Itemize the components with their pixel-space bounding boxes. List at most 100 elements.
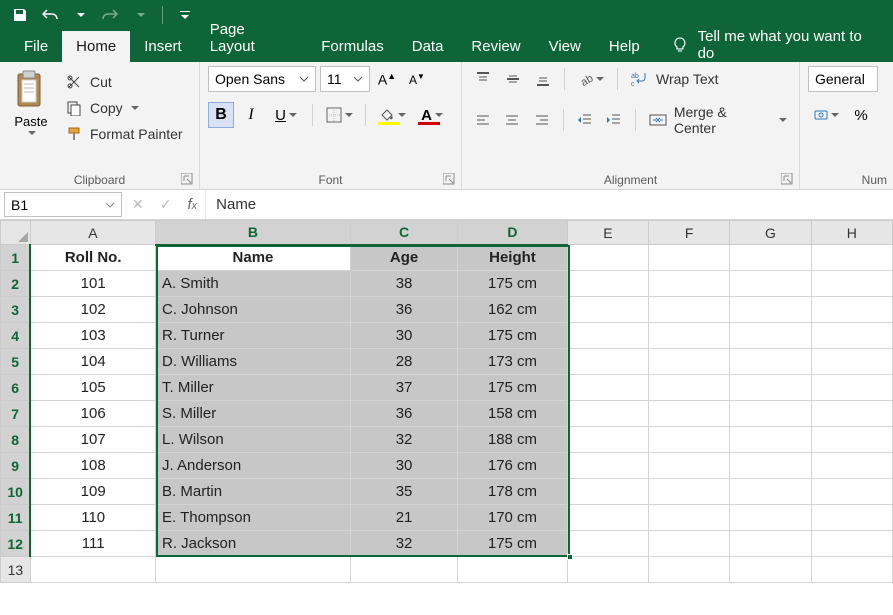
cell[interactable] (567, 323, 648, 349)
cell[interactable] (730, 427, 811, 453)
align-left-button[interactable] (470, 107, 496, 133)
cell[interactable]: Age (350, 245, 457, 271)
cell[interactable]: 106 (30, 401, 155, 427)
italic-button[interactable]: I (238, 102, 264, 128)
cell[interactable] (811, 323, 892, 349)
name-box[interactable]: B1 (4, 192, 122, 217)
cell[interactable] (649, 453, 730, 479)
paste-button[interactable]: Paste (8, 66, 54, 146)
merge-center-button[interactable]: Merge & Center (644, 102, 791, 138)
cell[interactable]: 28 (350, 349, 457, 375)
fill-handle[interactable] (567, 554, 573, 560)
cell[interactable] (567, 271, 648, 297)
cell[interactable] (730, 323, 811, 349)
formula-input[interactable]: Name (205, 190, 893, 219)
cell[interactable]: 102 (30, 297, 155, 323)
row-header[interactable]: 11 (1, 505, 31, 531)
cell[interactable] (649, 531, 730, 557)
cell[interactable] (458, 557, 567, 583)
cell[interactable]: Height (458, 245, 567, 271)
cell[interactable] (649, 479, 730, 505)
row-header[interactable]: 4 (1, 323, 31, 349)
tab-review[interactable]: Review (457, 31, 534, 62)
fill-color-button[interactable] (374, 102, 410, 128)
cell[interactable] (730, 375, 811, 401)
cell[interactable] (730, 557, 811, 583)
cell[interactable]: 101 (30, 271, 155, 297)
cell[interactable] (567, 349, 648, 375)
tab-help[interactable]: Help (595, 31, 654, 62)
cell[interactable]: B. Martin (156, 479, 351, 505)
cell[interactable]: 35 (350, 479, 457, 505)
cell[interactable] (567, 557, 648, 583)
cell[interactable] (730, 349, 811, 375)
percent-button[interactable]: % (848, 102, 874, 128)
cell[interactable] (730, 245, 811, 271)
cell[interactable] (567, 297, 648, 323)
cell[interactable]: 110 (30, 505, 155, 531)
cell[interactable] (811, 297, 892, 323)
cell[interactable] (649, 297, 730, 323)
cell[interactable] (730, 297, 811, 323)
cell[interactable]: R. Jackson (156, 531, 351, 557)
tab-page-layout[interactable]: Page Layout (196, 14, 308, 62)
cell[interactable]: 175 cm (458, 375, 567, 401)
tab-formulas[interactable]: Formulas (307, 31, 398, 62)
row-header[interactable]: 8 (1, 427, 31, 453)
spreadsheet-grid[interactable]: A B C D E F G H 1 Roll No. Name Age Heig… (0, 220, 893, 583)
cell[interactable]: A. Smith (156, 271, 351, 297)
cell[interactable]: C. Johnson (156, 297, 351, 323)
cell[interactable]: 175 cm (458, 323, 567, 349)
undo-dropdown[interactable] (68, 3, 92, 27)
cell[interactable]: 36 (350, 297, 457, 323)
decrease-font-button[interactable]: A▼ (404, 66, 430, 92)
cell[interactable] (567, 505, 648, 531)
cell[interactable] (811, 557, 892, 583)
cell[interactable] (649, 375, 730, 401)
orientation-button[interactable]: ab (573, 66, 609, 92)
cell[interactable] (730, 505, 811, 531)
tab-insert[interactable]: Insert (130, 31, 196, 62)
increase-font-button[interactable]: A▲ (374, 66, 400, 92)
cell[interactable] (730, 401, 811, 427)
cut-button[interactable]: Cut (60, 70, 187, 94)
cell[interactable] (649, 323, 730, 349)
cell[interactable] (649, 245, 730, 271)
tab-view[interactable]: View (535, 31, 595, 62)
cell[interactable]: 108 (30, 453, 155, 479)
cell[interactable] (811, 505, 892, 531)
cell[interactable] (567, 531, 648, 557)
font-size-select[interactable]: 11 (320, 66, 370, 92)
cell[interactable]: E. Thompson (156, 505, 351, 531)
cell[interactable]: R. Turner (156, 323, 351, 349)
cell[interactable]: 21 (350, 505, 457, 531)
cell[interactable]: 175 cm (458, 271, 567, 297)
cell[interactable] (811, 245, 892, 271)
cell[interactable] (567, 453, 648, 479)
cell[interactable]: D. Williams (156, 349, 351, 375)
row-header[interactable]: 9 (1, 453, 31, 479)
col-header-f[interactable]: F (649, 221, 730, 245)
cell[interactable]: 162 cm (458, 297, 567, 323)
customize-qat-button[interactable] (173, 3, 197, 27)
col-header-g[interactable]: G (730, 221, 811, 245)
font-name-select[interactable]: Open Sans (208, 66, 316, 92)
cell[interactable]: 178 cm (458, 479, 567, 505)
tab-home[interactable]: Home (62, 31, 130, 62)
cancel-formula-button[interactable]: ✕ (132, 196, 144, 213)
cell[interactable] (567, 427, 648, 453)
cell[interactable] (649, 557, 730, 583)
cell[interactable] (567, 401, 648, 427)
cell[interactable]: 109 (30, 479, 155, 505)
cell[interactable] (649, 505, 730, 531)
row-header[interactable]: 3 (1, 297, 31, 323)
cell[interactable] (811, 427, 892, 453)
cell[interactable] (811, 401, 892, 427)
cell[interactable]: L. Wilson (156, 427, 351, 453)
insert-function-button[interactable]: fx (187, 196, 197, 213)
increase-indent-button[interactable] (602, 107, 628, 133)
cell[interactable]: 158 cm (458, 401, 567, 427)
decrease-indent-button[interactable] (572, 107, 598, 133)
col-header-a[interactable]: A (30, 221, 155, 245)
cell[interactable]: 175 cm (458, 531, 567, 557)
